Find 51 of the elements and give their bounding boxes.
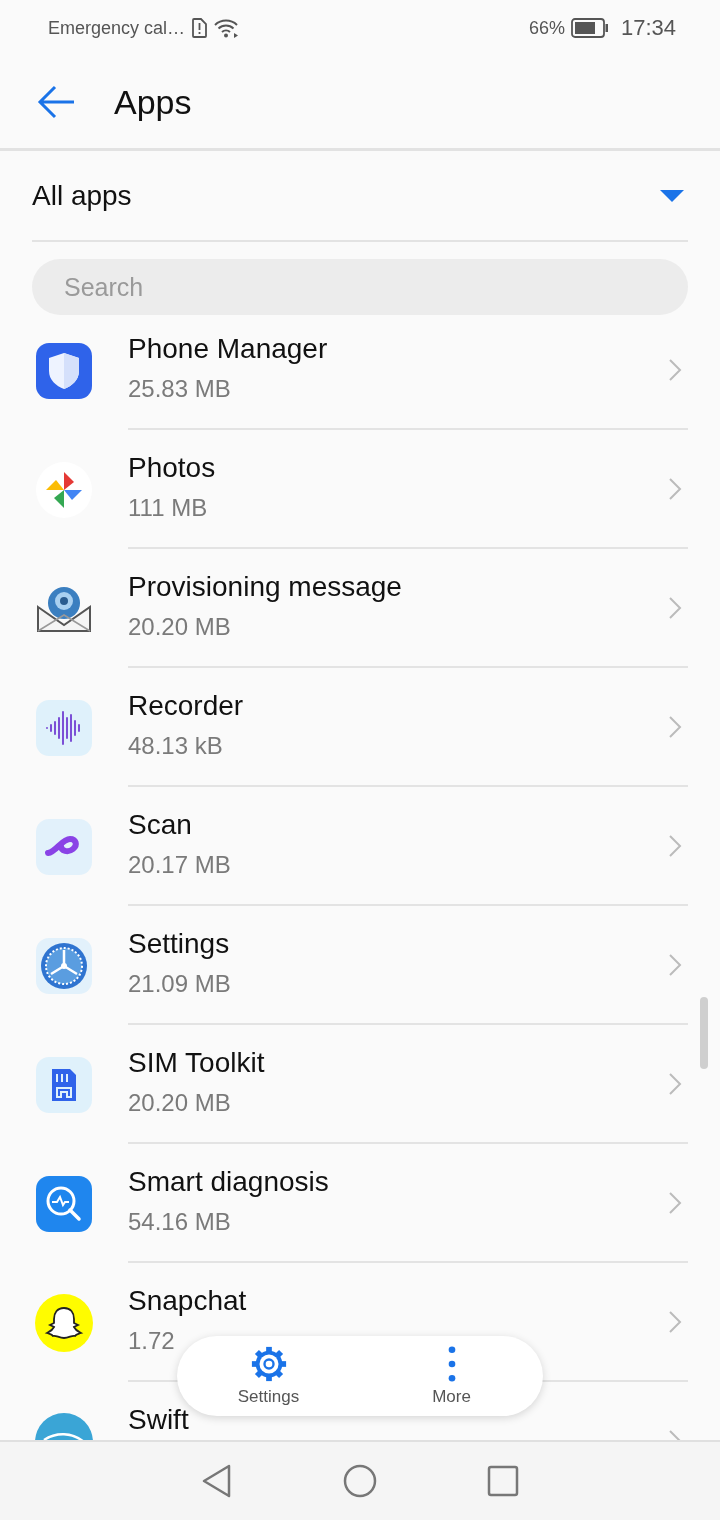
app-size: 111 MB [128,494,208,522]
app-size: 20.17 MB [128,851,231,879]
app-name[interactable]: Phone Manager [128,333,328,365]
page-title: Apps [114,82,192,122]
filter-label[interactable]: All apps [32,179,132,212]
action-label[interactable]: Settings [237,1387,300,1407]
sound-wave-icon [34,697,94,758]
app-size: 48.13 kB [128,732,223,760]
chevron-icon[interactable] [668,714,682,739]
sim-card-icon [34,1054,94,1115]
chevron-icon[interactable] [668,1190,682,1215]
chevron-icon[interactable] [668,1309,682,1334]
app-name[interactable]: Provisioning message [128,571,402,603]
app-size: 21.09 MB [128,970,231,998]
app-name[interactable]: Settings [128,928,230,960]
shield-icon [34,340,94,401]
chevron-icon[interactable] [668,833,682,858]
app-name[interactable]: Photos [128,452,216,484]
app-size: 1.72 [128,1327,175,1355]
wifi-icon [213,18,240,38]
chevron-icon[interactable] [668,595,682,620]
app-name[interactable]: Smart diagnosis [128,1166,329,1198]
app-size: 54.16 MB [128,1208,231,1236]
chevron-icon[interactable] [668,476,682,501]
search-field[interactable]: Search [32,259,688,315]
battery-icon [570,18,609,38]
gear-icon [34,935,94,996]
chevron-icon[interactable] [668,357,682,382]
sim-alert-icon [191,18,208,38]
app-name[interactable]: Scan [128,809,192,841]
chevron-icon[interactable] [668,1071,682,1096]
app-name[interactable]: Snapchat [128,1285,247,1317]
action-label[interactable]: More [432,1387,471,1407]
magnifier-icon [34,1173,94,1234]
carrier-text: Emergency cal… [48,17,186,39]
dropdown-caret-icon[interactable] [660,189,684,202]
gear-icon[interactable] [249,1345,288,1383]
app-size: 20.20 MB [128,613,231,641]
battery-percent: 66% [528,17,565,39]
app-name[interactable]: Swift [128,1404,189,1436]
back-arrow-icon[interactable] [36,84,76,120]
app-size: 20.20 MB [128,1089,231,1117]
app-name[interactable]: SIM Toolkit [128,1047,265,1079]
home-nav-icon[interactable] [342,1463,378,1499]
app-size: 25.83 MB [128,375,231,403]
clock-time: 17:34 [620,15,676,41]
ghost-icon [34,1292,94,1353]
app-name[interactable]: Recorder [128,690,244,722]
loop-icon [34,816,94,877]
scrollbar [700,997,708,1069]
chevron-icon[interactable] [668,952,682,977]
